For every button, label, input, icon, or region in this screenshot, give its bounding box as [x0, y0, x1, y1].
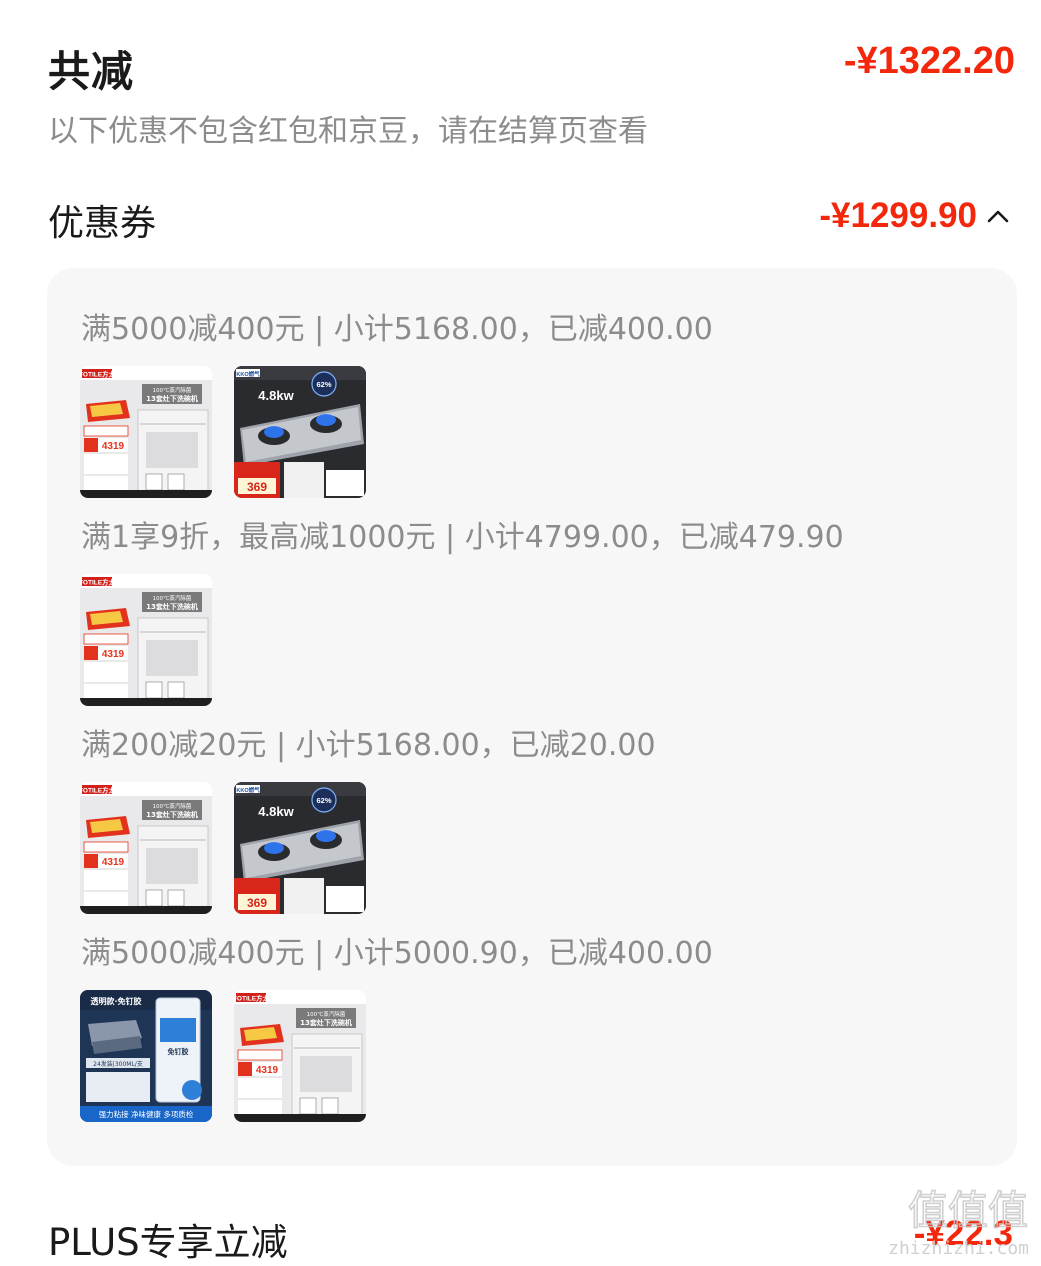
brand-text: FOTILE方太 [234, 994, 270, 1003]
power-text: 4.8kw [258, 804, 294, 819]
tag-text: 透明款·免钉胶 [90, 996, 141, 1006]
product-thumb-gas-stove[interactable]: KKO燃气 4.8kw 62% 369 [234, 782, 366, 914]
watermark-glyphs: 值值值 [908, 1188, 1028, 1234]
product-thumb-dishwasher[interactable]: FOTILE方太 100℃蒸汽除菌 13套灶下洗碗机 4319 [80, 574, 212, 706]
headline-text: 13套灶下洗碗机 [146, 602, 198, 611]
brand-text: FOTILE方太 [80, 786, 116, 795]
price-text: 4319 [102, 649, 125, 660]
gas-stove-image: KKO燃气 4.8kw 62% 369 [234, 782, 366, 914]
price-text: 4319 [256, 1065, 279, 1076]
coupon-detail-panel: 满5000减400元 | 小计5168.00，已减400.00 FOTILE方太… [47, 268, 1017, 1166]
power-text: 4.8kw [258, 388, 294, 403]
subline-text: 100℃蒸汽除菌 [153, 386, 192, 394]
brand-text: FOTILE方太 [80, 578, 116, 587]
product-thumb-dishwasher[interactable]: FOTILE方太 100℃蒸汽除菌 13套灶下洗碗机 4319 [80, 782, 212, 914]
dishwasher-image: FOTILE方太 100℃蒸汽除菌 13套灶下洗碗机 4319 [80, 782, 212, 914]
price-text: 4319 [102, 441, 125, 452]
brand-text: KKO燃气 [236, 370, 260, 378]
headline-text: 13套灶下洗碗机 [300, 1018, 352, 1027]
brand-text: KKO燃气 [236, 786, 260, 794]
coupon-rule-4: 满5000减400元 | 小计5000.90，已减400.00 [81, 936, 713, 971]
efficiency-text: 62% [316, 380, 331, 389]
plus-discount-title: PLUS专享立减 [48, 1221, 288, 1264]
watermark-domain: zhizhizhi.com [888, 1238, 1029, 1259]
brand-text: FOTILE方太 [80, 370, 116, 379]
subline-text: 100℃蒸汽除菌 [153, 802, 192, 810]
total-discount-amount: -¥1322.20 [843, 40, 1015, 82]
product-thumb-dishwasher[interactable]: FOTILE方太 100℃蒸汽除菌 13套灶下洗碗机 4319 [80, 366, 212, 498]
coupon-rule-3: 满200减20元 | 小计5168.00，已减20.00 [81, 728, 656, 763]
product-thumb-glue[interactable]: 透明款·免钉胶 24发装|300ML/支 免钉胶 强力粘接 净味健康 多项质检 [80, 990, 212, 1122]
coupon-rule-2: 满1享9折，最高减1000元 | 小计4799.00，已减479.90 [81, 520, 844, 555]
headline-text: 13套灶下洗碗机 [146, 810, 198, 819]
efficiency-text: 62% [316, 796, 331, 805]
discount-note: 以下优惠不包含红包和京豆，请在结算页查看 [48, 114, 648, 149]
headline-text: 13套灶下洗碗机 [146, 394, 198, 403]
product-thumb-gas-stove[interactable]: KKO燃气 4.8kw 62% 369 [234, 366, 366, 498]
dishwasher-image: FOTILE方太 100℃蒸汽除菌 13套灶下洗碗机 4319 [80, 366, 212, 498]
dishwasher-image: FOTILE方太 100℃蒸汽除菌 13套灶下洗碗机 4319 [80, 574, 212, 706]
product-thumb-dishwasher[interactable]: FOTILE方太 100℃蒸汽除菌 13套灶下洗碗机 4319 [234, 990, 366, 1122]
price-text: 4319 [102, 857, 125, 868]
price-text: 369 [247, 480, 267, 494]
footer-text: 强力粘接 净味健康 多项质检 [99, 1109, 194, 1119]
subline-text: 100℃蒸汽除菌 [153, 594, 192, 602]
total-discount-title: 共减 [48, 47, 135, 96]
coupon-section-amount: -¥1299.90 [819, 196, 977, 235]
spec-text: 24发装|300ML/支 [93, 1060, 143, 1068]
subline-text: 100℃蒸汽除菌 [307, 1010, 346, 1018]
glue-image: 透明款·免钉胶 24发装|300ML/支 免钉胶 强力粘接 净味健康 多项质检 [80, 990, 212, 1122]
label-text: 免钉胶 [168, 1047, 189, 1056]
price-text: 369 [247, 896, 267, 910]
chevron-up-icon[interactable] [985, 206, 1011, 226]
coupon-rule-1: 满5000减400元 | 小计5168.00，已减400.00 [81, 312, 713, 347]
coupon-section-title: 优惠券 [48, 203, 157, 244]
dishwasher-image: FOTILE方太 100℃蒸汽除菌 13套灶下洗碗机 4319 [234, 990, 366, 1122]
gas-stove-image: KKO燃气 4.8kw 62% 369 [234, 366, 366, 498]
